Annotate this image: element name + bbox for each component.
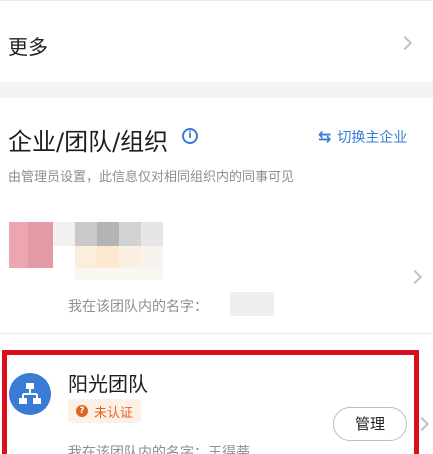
- member-name-obscured: [230, 292, 274, 316]
- divider: [0, 333, 433, 334]
- more-row[interactable]: 更多: [0, 0, 433, 82]
- member-name-label: 我在该团队内的名字：: [68, 299, 208, 315]
- highlight-box: [2, 350, 419, 454]
- more-label: 更多: [8, 35, 48, 59]
- org-section-title: 企业/团队/组织: [8, 128, 169, 156]
- switch-enterprise-label: 切换主企业: [337, 130, 408, 146]
- chevron-right-icon: [397, 35, 413, 51]
- org-name-obscured: [75, 222, 97, 246]
- switch-icon: ⇆: [318, 127, 332, 146]
- switch-enterprise-button[interactable]: ⇆ 切换主企业: [318, 127, 407, 147]
- org-section-description: 由管理员设置，此信息仅对相同组织内的同事可见: [8, 170, 295, 185]
- chevron-right-icon: [407, 269, 423, 285]
- info-icon[interactable]: i: [182, 128, 198, 144]
- section-gap: [0, 82, 433, 98]
